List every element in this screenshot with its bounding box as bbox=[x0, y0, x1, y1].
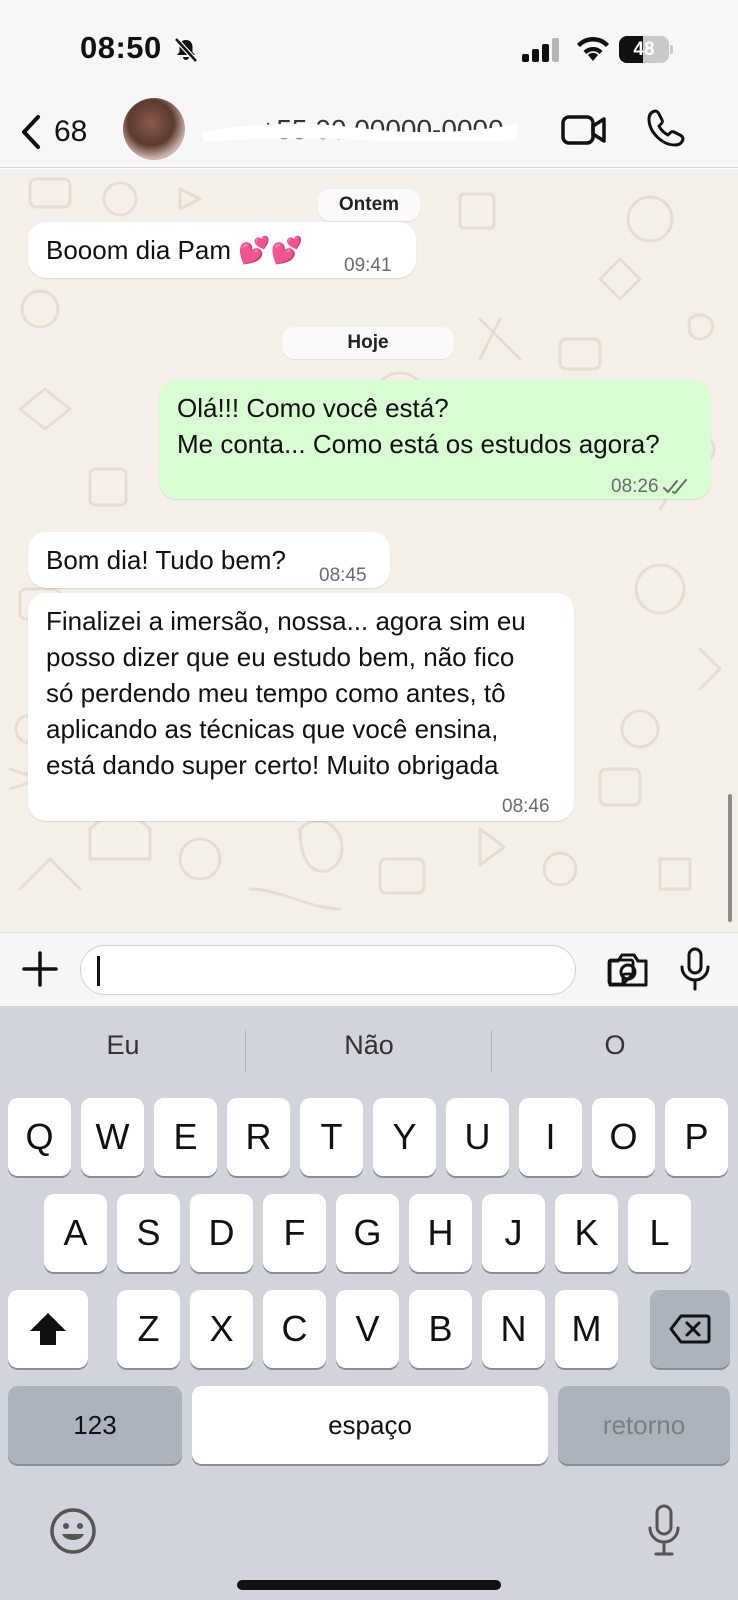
space-key[interactable]: espaço bbox=[192, 1386, 548, 1464]
message-text: Booom dia Pam 💕💕 bbox=[46, 235, 303, 265]
back-button[interactable]: 68 bbox=[18, 106, 87, 158]
avatar[interactable] bbox=[123, 98, 185, 160]
redaction-scribble bbox=[202, 123, 518, 142]
status-bar: 08:50 48 bbox=[0, 0, 738, 96]
backspace-icon bbox=[669, 1314, 711, 1344]
predictive-suggestions: Eu Não O bbox=[0, 1006, 738, 1094]
key-t[interactable]: T bbox=[300, 1098, 363, 1176]
phone-icon[interactable] bbox=[646, 108, 686, 148]
key-p[interactable]: P bbox=[665, 1098, 728, 1176]
microphone-icon[interactable] bbox=[678, 947, 712, 991]
plus-icon[interactable] bbox=[20, 949, 60, 989]
bell-slash-icon bbox=[174, 37, 198, 63]
chat-area[interactable]: Ontem Booom dia Pam 💕💕 09:41 Hoje Olá!!!… bbox=[0, 169, 738, 932]
key-w[interactable]: W bbox=[81, 1098, 144, 1176]
key-k[interactable]: K bbox=[555, 1194, 618, 1272]
key-b[interactable]: B bbox=[409, 1290, 472, 1368]
suggestion-3[interactable]: O bbox=[492, 1030, 738, 1061]
key-a[interactable]: A bbox=[44, 1194, 107, 1272]
key-e[interactable]: E bbox=[154, 1098, 217, 1176]
message-bubble-incoming[interactable]: Bom dia! Tudo bem? 08:45 bbox=[28, 532, 390, 588]
numbers-key[interactable]: 123 bbox=[8, 1386, 182, 1464]
signal-icon bbox=[522, 38, 559, 62]
shift-icon bbox=[30, 1313, 66, 1345]
key-u[interactable]: U bbox=[446, 1098, 509, 1176]
message-time: 08:45 bbox=[319, 565, 367, 586]
key-o[interactable]: O bbox=[592, 1098, 655, 1176]
read-ticks-icon bbox=[662, 478, 687, 494]
unread-count: 68 bbox=[54, 115, 88, 148]
key-n[interactable]: N bbox=[482, 1290, 545, 1368]
message-input[interactable] bbox=[80, 945, 635, 995]
message-text: Finalizei a imersão, nossa... agora sim … bbox=[46, 606, 526, 780]
key-q[interactable]: Q bbox=[8, 1098, 71, 1176]
message-bubble-incoming[interactable]: Finalizei a imersão, nossa... agora sim … bbox=[28, 593, 574, 821]
battery-icon: 48 bbox=[619, 36, 673, 63]
dictation-microphone-icon[interactable] bbox=[646, 1504, 682, 1556]
shift-key[interactable] bbox=[8, 1290, 88, 1368]
message-text: Bom dia! Tudo bem? bbox=[46, 545, 286, 575]
battery-level: 48 bbox=[633, 39, 655, 60]
key-z[interactable]: Z bbox=[117, 1290, 180, 1368]
key-x[interactable]: X bbox=[190, 1290, 253, 1368]
chat-header: 68 +55 00 00000-0000 bbox=[0, 96, 738, 168]
emoji-icon[interactable] bbox=[48, 1506, 98, 1556]
return-key[interactable]: retorno bbox=[558, 1386, 730, 1464]
video-camera-icon[interactable] bbox=[560, 110, 608, 150]
key-r[interactable]: R bbox=[227, 1098, 290, 1176]
message-time: 09:41 bbox=[344, 255, 392, 276]
key-i[interactable]: I bbox=[519, 1098, 582, 1176]
message-bubble-outgoing[interactable]: Olá!!! Como você está? Me conta... Como … bbox=[159, 380, 711, 499]
chevron-left-icon bbox=[22, 115, 40, 149]
chat-scrollbar[interactable] bbox=[728, 794, 732, 922]
message-bubble-incoming[interactable]: Booom dia Pam 💕💕 09:41 bbox=[28, 222, 416, 278]
key-g[interactable]: G bbox=[336, 1194, 399, 1272]
message-input-bar bbox=[0, 932, 738, 1006]
key-d[interactable]: D bbox=[190, 1194, 253, 1272]
camera-icon[interactable] bbox=[606, 951, 650, 989]
suggestion-1[interactable]: Eu bbox=[0, 1030, 246, 1061]
home-indicator[interactable] bbox=[237, 1580, 501, 1590]
key-h[interactable]: H bbox=[409, 1194, 472, 1272]
date-separator: Ontem bbox=[318, 189, 420, 221]
key-l[interactable]: L bbox=[628, 1194, 691, 1272]
key-c[interactable]: C bbox=[263, 1290, 326, 1368]
suggestion-2[interactable]: Não bbox=[246, 1030, 492, 1061]
keyboard: Eu Não O Q W E R T Y U I O P A S D F G H… bbox=[0, 1006, 738, 1600]
date-separator: Hoje bbox=[282, 327, 454, 359]
key-y[interactable]: Y bbox=[373, 1098, 436, 1176]
contact-name-button[interactable]: +55 00 00000-0000 bbox=[200, 110, 520, 150]
message-time: 08:46 bbox=[502, 796, 550, 817]
text-caret bbox=[97, 956, 100, 986]
key-f[interactable]: F bbox=[263, 1194, 326, 1272]
key-s[interactable]: S bbox=[117, 1194, 180, 1272]
message-text: Olá!!! Como você está? Me conta... Como … bbox=[177, 393, 660, 459]
key-m[interactable]: M bbox=[555, 1290, 618, 1368]
key-j[interactable]: J bbox=[482, 1194, 545, 1272]
status-time: 08:50 bbox=[80, 30, 162, 65]
message-time: 08:26 bbox=[611, 469, 689, 505]
message-time-text: 08:26 bbox=[611, 476, 659, 497]
wifi-icon bbox=[577, 37, 609, 61]
key-v[interactable]: V bbox=[336, 1290, 399, 1368]
backspace-key[interactable] bbox=[650, 1290, 730, 1368]
